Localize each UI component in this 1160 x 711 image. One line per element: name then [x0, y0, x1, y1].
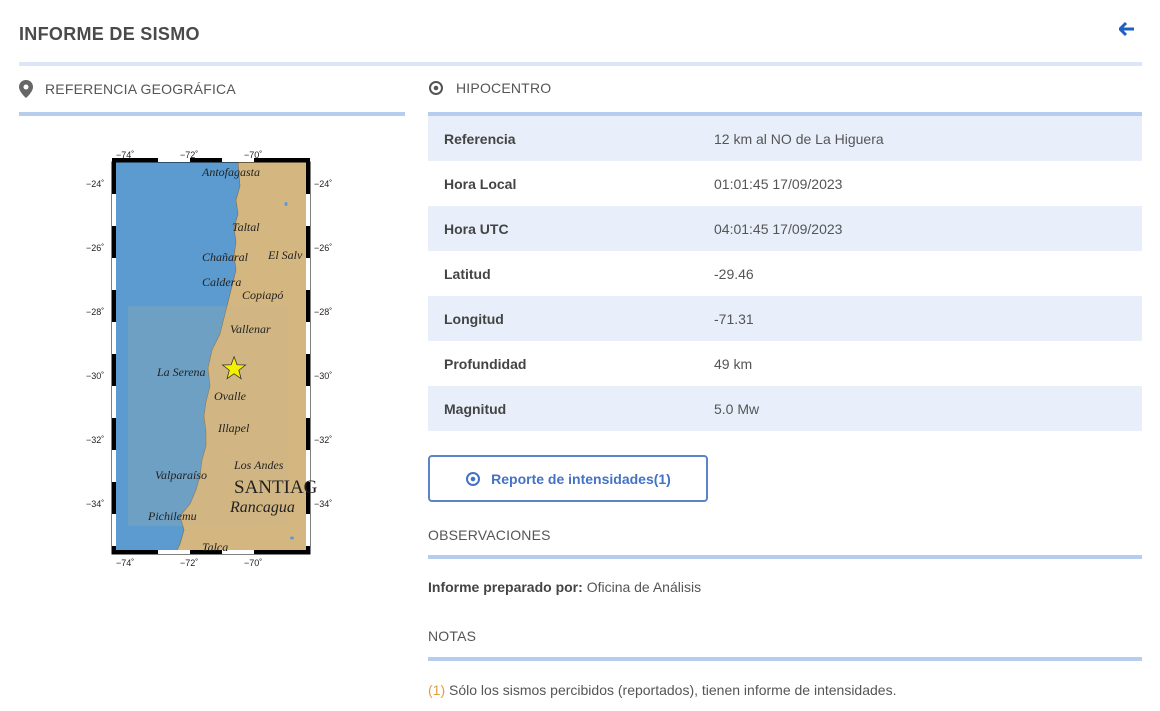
lon-tick: −74˚ — [116, 150, 134, 160]
geo-heading-label: REFERENCIA GEOGRÁFICA — [45, 81, 236, 97]
row-label: Latitud — [444, 265, 491, 282]
table-row: Hora UTC 04:01:45 17/09/2023 — [428, 206, 1142, 251]
row-value: 12 km al NO de La Higuera — [714, 116, 1142, 161]
lat-tick: −30˚ — [86, 371, 104, 381]
row-label: Hora UTC — [428, 206, 714, 251]
map-pin-icon — [19, 80, 33, 98]
place-label: Antofagasta — [201, 165, 260, 179]
lon-tick: −70˚ — [244, 150, 262, 160]
lat-tick: −34˚ — [86, 499, 104, 509]
lon-tick: −74˚ — [116, 558, 134, 568]
place-label: Los Andes — [233, 458, 284, 472]
lat-tick: −32˚ — [86, 435, 104, 445]
note-text: Sólo los sismos percibidos (reportados),… — [449, 682, 897, 698]
note-mark: (1) — [428, 682, 446, 698]
geo-heading: REFERENCIA GEOGRÁFICA — [19, 80, 236, 98]
hypocentre-heading: HIPOCENTRO — [428, 80, 551, 96]
hypocentre-table: Referencia 12 km al NO de La Higuera Hora… — [428, 116, 1142, 431]
row-label: Longitud — [428, 296, 714, 341]
place-label: El Salv — [267, 248, 303, 262]
note-item: (1) Sólo los sismos percibidos (reportad… — [428, 682, 896, 698]
row-value: 01:01:45 17/09/2023 — [714, 175, 843, 192]
place-label: Taltal — [232, 220, 260, 234]
epicenter-map: −74˚ −72˚ −70˚ −74˚ −72˚ −70˚ −24˚ −26˚ … — [80, 146, 350, 570]
observations-divider — [428, 555, 1142, 559]
lat-tick: −34˚ — [314, 499, 332, 509]
lat-tick: −32˚ — [314, 435, 332, 445]
target-icon — [429, 81, 443, 95]
table-row: Hora Local 01:01:45 17/09/2023 — [428, 161, 1142, 206]
observations-heading: OBSERVACIONES — [428, 527, 551, 543]
prepared-by-value: Oficina de Análisis — [586, 579, 702, 595]
row-value: 04:01:45 17/09/2023 — [714, 206, 1142, 251]
arrow-left-icon — [1119, 21, 1134, 37]
intensity-report-button[interactable]: Reporte de intensidades(1) — [428, 455, 708, 502]
place-label: Copiapó — [242, 288, 283, 302]
table-row: Referencia 12 km al NO de La Higuera — [428, 116, 1142, 161]
place-label: Chañaral — [202, 250, 249, 264]
place-label: Talca — [202, 540, 228, 554]
lon-tick: −72˚ — [180, 558, 198, 568]
notes-heading: NOTAS — [428, 628, 477, 644]
place-label: Illapel — [217, 421, 250, 435]
place-label: Ovalle — [214, 389, 247, 403]
prepared-by-label: Informe preparado por: — [428, 579, 583, 595]
geo-divider — [19, 112, 405, 116]
place-label: La Serena — [156, 365, 206, 379]
place-label: Pichilemu — [147, 509, 197, 523]
row-label: Referencia — [428, 116, 714, 161]
lon-tick: −70˚ — [244, 558, 262, 568]
place-label-capital: SANTIAG — [234, 477, 318, 498]
place-label: Rancagua — [229, 499, 295, 516]
lat-tick: −24˚ — [314, 179, 332, 189]
lon-tick: −72˚ — [180, 150, 198, 160]
row-value: -29.46 — [714, 265, 754, 282]
row-label: Magnitud — [428, 386, 714, 431]
row-label: Hora Local — [444, 175, 517, 192]
notes-divider — [428, 657, 1142, 661]
lat-tick: −24˚ — [86, 179, 104, 189]
intensity-report-label: Reporte de intensidades(1) — [491, 470, 671, 487]
row-value: -71.31 — [714, 296, 1142, 341]
table-row: Profundidad 49 km — [428, 341, 1142, 386]
page-title: INFORME DE SISMO — [19, 24, 200, 44]
row-value: 5.0 Mw — [714, 386, 1142, 431]
table-row: Latitud -29.46 — [428, 251, 1142, 296]
back-button[interactable] — [1116, 18, 1138, 40]
row-value: 49 km — [714, 355, 753, 372]
lat-tick: −26˚ — [86, 243, 104, 253]
table-row: Magnitud 5.0 Mw — [428, 386, 1142, 431]
row-label: Profundidad — [444, 355, 527, 372]
place-label: Vallenar — [230, 322, 271, 336]
lat-tick: −28˚ — [314, 307, 332, 317]
place-label: Caldera — [202, 275, 241, 289]
place-label: Valparaíso — [155, 468, 207, 482]
target-icon — [466, 471, 481, 486]
table-row: Longitud -71.31 — [428, 296, 1142, 341]
lat-tick: −26˚ — [314, 243, 332, 253]
prepared-by: Informe preparado por: Oficina de Anális… — [428, 579, 701, 595]
lat-tick: −30˚ — [314, 371, 332, 381]
lat-tick: −28˚ — [86, 307, 104, 317]
hypocentre-heading-label: HIPOCENTRO — [456, 80, 552, 96]
title-divider — [19, 62, 1142, 66]
